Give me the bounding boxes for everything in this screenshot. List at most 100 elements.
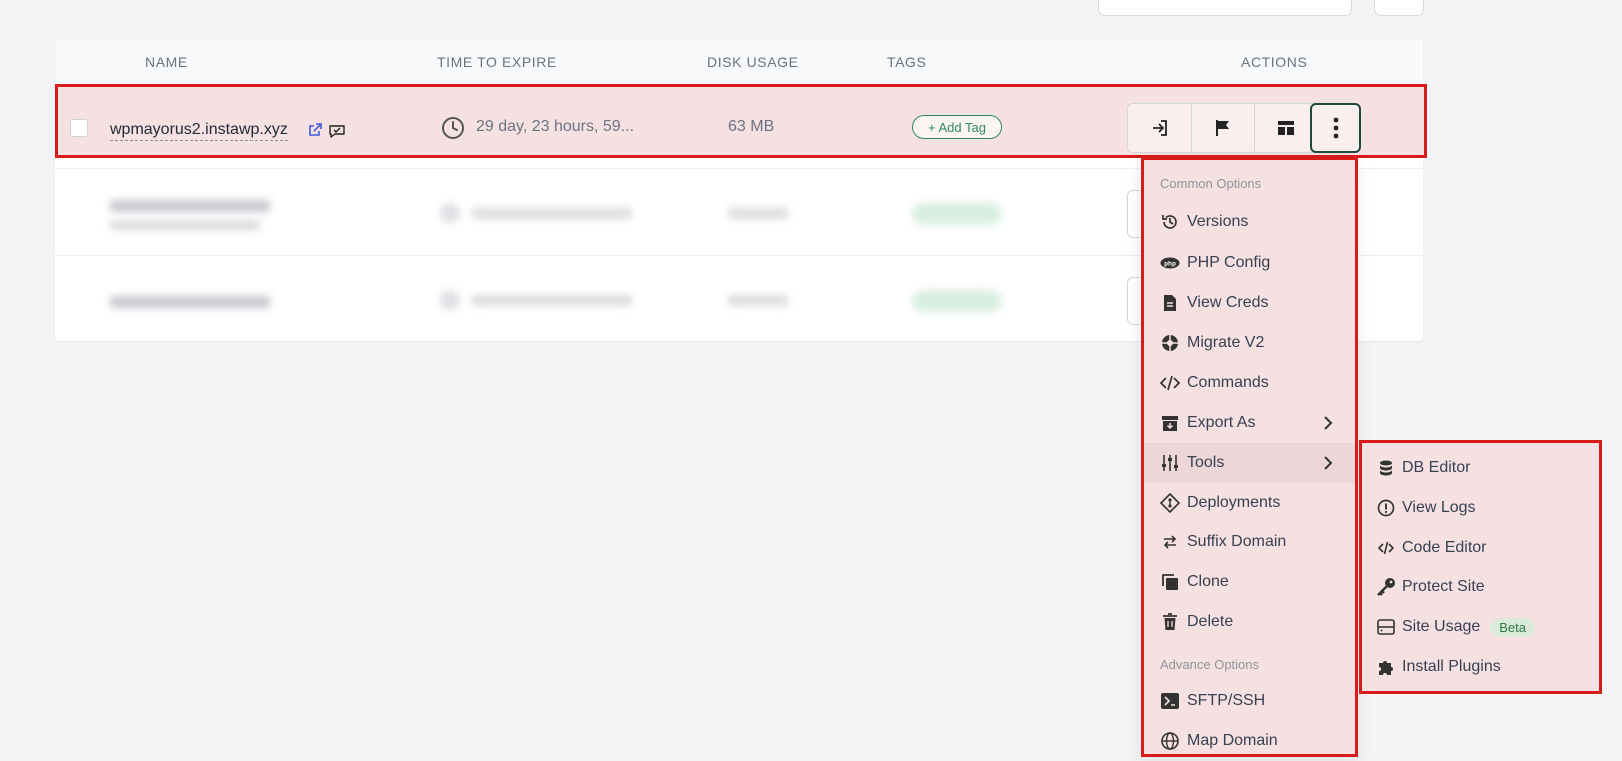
menu-item-label: Export As bbox=[1187, 414, 1256, 431]
menu-item-label: SFTP/SSH bbox=[1187, 692, 1266, 709]
menu-item-tools[interactable]: Tools bbox=[1144, 443, 1355, 483]
menu-item-migrate-v2[interactable]: Migrate V2 bbox=[1144, 323, 1355, 363]
database-icon bbox=[1376, 458, 1396, 478]
menu-item-delete[interactable]: Delete bbox=[1144, 602, 1355, 642]
terminal-icon bbox=[1160, 691, 1180, 711]
search-input[interactable] bbox=[1098, 0, 1352, 16]
menu-item-clone[interactable]: Clone bbox=[1144, 562, 1355, 602]
blurred-clock bbox=[440, 203, 460, 223]
trash-icon bbox=[1160, 612, 1180, 632]
submenu-item-label: Code Editor bbox=[1402, 539, 1487, 556]
blurred-time bbox=[472, 208, 632, 219]
submenu-item-label: Site Usage bbox=[1402, 618, 1481, 635]
menu-item-view-creds[interactable]: View Creds bbox=[1144, 283, 1355, 323]
menu-item-label: Deployments bbox=[1187, 494, 1281, 511]
submenu-item-code-editor[interactable]: Code Editor bbox=[1376, 535, 1487, 561]
menu-item-label: Migrate V2 bbox=[1187, 334, 1265, 351]
row-checkbox[interactable] bbox=[70, 119, 88, 137]
header-disk-usage: DISK USAGE bbox=[707, 54, 799, 70]
submenu-item-protect-site[interactable]: Protect Site bbox=[1376, 574, 1485, 600]
common-options-heading: Common Options bbox=[1160, 176, 1262, 191]
copy-icon bbox=[1160, 572, 1180, 592]
code-icon bbox=[1160, 373, 1180, 393]
code-icon bbox=[1376, 538, 1396, 558]
submenu-item-db-editor[interactable]: DB Editor bbox=[1376, 455, 1470, 481]
blurred-tag bbox=[912, 290, 1002, 312]
key-icon bbox=[1376, 577, 1396, 597]
sliders-icon bbox=[1160, 453, 1180, 473]
submenu-item-label: Protect Site bbox=[1402, 578, 1485, 595]
submenu-item-view-logs[interactable]: View Logs bbox=[1376, 495, 1476, 521]
menu-item-label: Tools bbox=[1187, 454, 1225, 471]
tools-submenu: DB Editor View Logs Code Editor Protect … bbox=[1359, 440, 1602, 694]
menu-item-label: Delete bbox=[1187, 613, 1234, 630]
menu-item-map-domain[interactable]: Map Domain bbox=[1144, 721, 1355, 761]
blurred-clock bbox=[440, 290, 460, 310]
more-vertical-icon bbox=[1333, 117, 1338, 139]
top-action-button[interactable] bbox=[1374, 0, 1424, 16]
submenu-item-install-plugins[interactable]: Install Plugins bbox=[1376, 654, 1501, 680]
history-icon bbox=[1160, 212, 1180, 232]
login-button[interactable] bbox=[1128, 104, 1192, 152]
disk-usage-value: 63 MB bbox=[728, 118, 775, 135]
git-icon bbox=[1160, 493, 1180, 513]
row-action-group-edge[interactable] bbox=[1127, 190, 1142, 238]
login-icon bbox=[1152, 120, 1167, 136]
blurred-time bbox=[472, 295, 632, 306]
menu-item-suffix-domain[interactable]: Suffix Domain bbox=[1144, 522, 1355, 562]
blurred-site-sub bbox=[110, 220, 260, 230]
add-tag-button[interactable]: + Add Tag bbox=[912, 115, 1002, 139]
blurred-disk bbox=[728, 208, 788, 219]
menu-item-commands[interactable]: Commands bbox=[1144, 363, 1355, 403]
swap-icon bbox=[1160, 532, 1180, 552]
menu-item-php-config[interactable]: php PHP Config bbox=[1144, 243, 1355, 283]
menu-item-export-as[interactable]: Export As bbox=[1144, 403, 1355, 443]
menu-item-label: Versions bbox=[1187, 213, 1249, 230]
menu-item-label: Suffix Domain bbox=[1187, 533, 1287, 550]
header-tags: TAGS bbox=[887, 54, 927, 70]
submenu-item-label: Install Plugins bbox=[1402, 658, 1501, 675]
layout-icon bbox=[1277, 121, 1294, 135]
menu-item-label: Commands bbox=[1187, 374, 1269, 391]
blurred-tag bbox=[912, 203, 1002, 225]
puzzle-icon bbox=[1376, 657, 1396, 677]
globe-icon bbox=[1160, 731, 1180, 751]
menu-item-label: PHP Config bbox=[1187, 254, 1271, 271]
header-actions: ACTIONS bbox=[1241, 54, 1308, 70]
flag-button[interactable] bbox=[1191, 104, 1255, 152]
svg-text:php: php bbox=[1164, 260, 1176, 267]
flag-icon bbox=[1215, 120, 1229, 136]
external-link-icon[interactable] bbox=[307, 122, 323, 138]
verified-badge-icon bbox=[329, 125, 345, 138]
submenu-item-label: View Logs bbox=[1402, 499, 1476, 516]
beta-badge: Beta bbox=[1490, 617, 1536, 637]
advance-options-heading: Advance Options bbox=[1160, 657, 1260, 672]
menu-item-label: Clone bbox=[1187, 573, 1229, 590]
menu-item-sftp-ssh[interactable]: SFTP/SSH bbox=[1144, 681, 1355, 721]
more-options-button[interactable] bbox=[1310, 103, 1361, 153]
chevron-right-icon bbox=[1324, 416, 1333, 430]
time-to-expire-value: 29 day, 23 hours, 59... bbox=[476, 118, 635, 135]
options-menu: Common Options Versions php PHP Config V… bbox=[1141, 157, 1358, 757]
blurred-disk bbox=[728, 295, 788, 306]
document-icon bbox=[1160, 293, 1180, 313]
server-icon bbox=[1376, 617, 1396, 637]
archive-icon bbox=[1160, 413, 1180, 433]
submenu-item-label: DB Editor bbox=[1402, 459, 1471, 476]
menu-item-versions[interactable]: Versions bbox=[1144, 202, 1355, 242]
blurred-site-name bbox=[110, 296, 270, 308]
alert-circle-icon bbox=[1376, 498, 1396, 518]
menu-item-deployments[interactable]: Deployments bbox=[1144, 483, 1355, 523]
submenu-item-site-usage[interactable]: Site Usage Beta bbox=[1376, 614, 1536, 640]
layout-button[interactable] bbox=[1254, 104, 1318, 152]
site-name-link[interactable]: wpmayorus2.instawp.xyz bbox=[110, 121, 288, 141]
row-action-group-edge[interactable] bbox=[1127, 277, 1142, 325]
menu-item-label: View Creds bbox=[1187, 294, 1269, 311]
blurred-site-name bbox=[110, 200, 270, 212]
header-name: NAME bbox=[145, 54, 188, 70]
php-icon: php bbox=[1160, 253, 1180, 273]
clock-icon bbox=[442, 117, 464, 139]
header-time-to-expire: TIME TO EXPIRE bbox=[437, 54, 557, 70]
menu-item-label: Map Domain bbox=[1187, 732, 1278, 749]
chevron-right-icon bbox=[1324, 456, 1333, 470]
